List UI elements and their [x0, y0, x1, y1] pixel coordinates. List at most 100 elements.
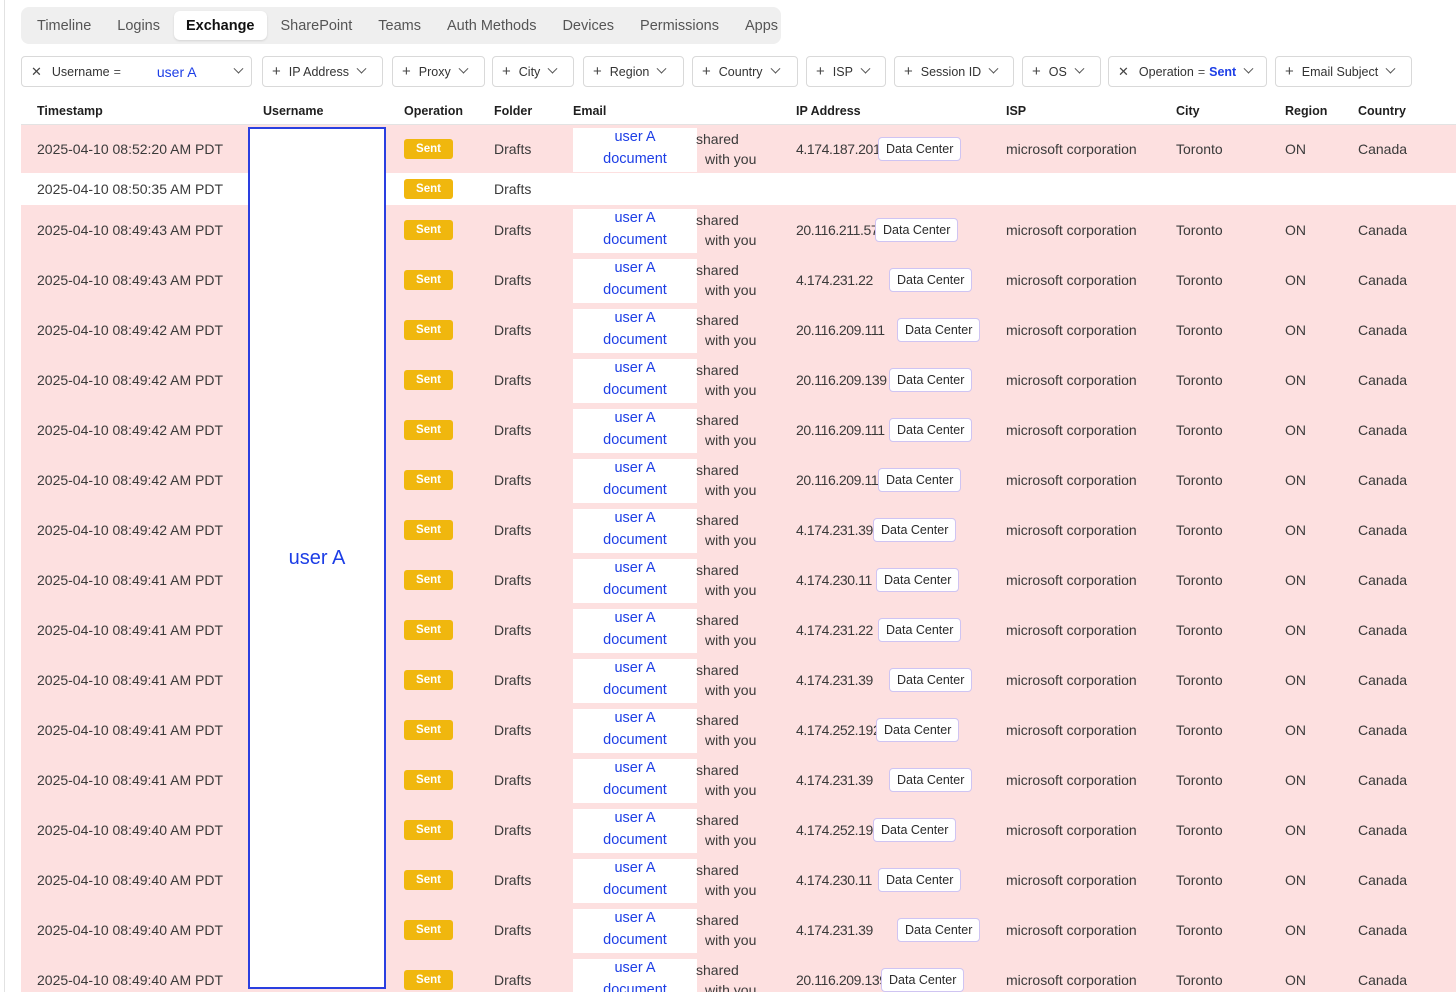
timestamp-cell: 2025-04-10 08:49:42 AM PDT [37, 522, 224, 538]
table-row[interactable]: 2025-04-10 08:49:40 AM PDT Sent Drafts user… [21, 905, 1456, 955]
table-row[interactable]: 2025-04-10 08:50:35 AM PDT Sent Drafts [21, 173, 1456, 205]
chevron-down-icon [988, 63, 999, 74]
email-suffix-shared: shared [696, 812, 739, 828]
email-subject-redaction[interactable]: user A document [573, 259, 697, 303]
email-subject-redaction[interactable]: user A document [573, 309, 697, 353]
table-row[interactable]: 2025-04-10 08:49:41 AM PDT Sent Drafts user… [21, 605, 1456, 655]
email-subject-redaction[interactable]: user A document [573, 359, 697, 403]
email-suffix-shared: shared [696, 912, 739, 928]
folder-cell: Drafts [494, 822, 532, 838]
folder-cell: Drafts [494, 872, 532, 888]
tab-sharepoint[interactable]: SharePoint [269, 11, 365, 40]
email-subject-redaction[interactable]: user A document [573, 509, 697, 553]
tab-logins[interactable]: Logins [105, 11, 172, 40]
email-subject-redaction[interactable]: user A document [573, 959, 697, 992]
city-cell: Toronto [1176, 322, 1223, 338]
email-sender-label: user A [614, 910, 656, 926]
email-suffix-shared: shared [696, 312, 739, 328]
col-ip-address[interactable]: IP Address [796, 104, 861, 118]
col-city[interactable]: City [1176, 104, 1200, 118]
filter-operation[interactable]: ✕ Operation = Sent [1108, 56, 1267, 87]
city-cell: Toronto [1176, 622, 1223, 638]
email-subject-redaction[interactable]: user A document [573, 459, 697, 503]
filter-ip-address[interactable]: + IP Address [262, 56, 383, 87]
table-row[interactable]: 2025-04-10 08:49:41 AM PDT Sent Drafts user… [21, 705, 1456, 755]
ip-address-cell: 4.174.231.39 [796, 772, 873, 788]
table-row[interactable]: 2025-04-10 08:49:42 AM PDT Sent Drafts user… [21, 355, 1456, 405]
proxy-badge: Data Center [873, 518, 957, 542]
table-row[interactable]: 2025-04-10 08:49:42 AM PDT Sent Drafts user… [21, 305, 1456, 355]
filter-country[interactable]: + Country [692, 56, 798, 87]
filter-os[interactable]: + OS [1022, 56, 1101, 87]
filter-session-id[interactable]: + Session ID [894, 56, 1014, 87]
tab-teams[interactable]: Teams [366, 11, 433, 40]
isp-cell: microsoft corporation [1006, 472, 1137, 488]
operation-badge: Sent [404, 920, 453, 940]
filter-username[interactable]: ✕ Username = user A [21, 56, 252, 87]
table-row[interactable]: 2025-04-10 08:49:43 AM PDT Sent Drafts user… [21, 205, 1456, 255]
col-isp[interactable]: ISP [1006, 104, 1026, 118]
isp-cell: microsoft corporation [1006, 422, 1137, 438]
table-row[interactable]: 2025-04-10 08:52:20 AM PDT Sent Drafts user… [21, 125, 1456, 173]
isp-cell: microsoft corporation [1006, 822, 1137, 838]
col-username[interactable]: Username [263, 104, 323, 118]
col-email[interactable]: Email [573, 104, 606, 118]
col-operation[interactable]: Operation [404, 104, 463, 118]
email-subject-redaction[interactable]: user A document [573, 809, 697, 853]
table-row[interactable]: 2025-04-10 08:49:40 AM PDT Sent Drafts user… [21, 805, 1456, 855]
table-row[interactable]: 2025-04-10 08:49:43 AM PDT Sent Drafts user… [21, 255, 1456, 305]
table-row[interactable]: 2025-04-10 08:49:42 AM PDT Sent Drafts user… [21, 405, 1456, 455]
email-subject-redaction[interactable]: user A document [573, 859, 697, 903]
city-cell: Toronto [1176, 672, 1223, 688]
col-region[interactable]: Region [1285, 104, 1327, 118]
col-folder[interactable]: Folder [494, 104, 532, 118]
email-subject-redaction[interactable]: user A document [573, 609, 697, 653]
region-cell: ON [1285, 322, 1306, 338]
tab-auth-methods[interactable]: Auth Methods [435, 11, 548, 40]
filter-city[interactable]: + City [492, 56, 574, 87]
email-suffix-with-you: with you [705, 232, 757, 248]
col-country[interactable]: Country [1358, 104, 1406, 118]
proxy-badge: Data Center [875, 218, 959, 242]
table-row[interactable]: 2025-04-10 08:49:42 AM PDT Sent Drafts user… [21, 505, 1456, 555]
table-row[interactable]: 2025-04-10 08:49:41 AM PDT Sent Drafts user… [21, 655, 1456, 705]
folder-cell: Drafts [494, 272, 532, 288]
table-row[interactable]: 2025-04-10 08:49:41 AM PDT Sent Drafts user… [21, 555, 1456, 605]
email-document-label: document [603, 732, 667, 748]
email-subject-redaction[interactable]: user A document [573, 759, 697, 803]
filter-isp[interactable]: + ISP [806, 56, 886, 87]
email-subject-redaction[interactable]: user A document [573, 128, 697, 172]
close-icon[interactable]: ✕ [1118, 64, 1129, 80]
email-subject-redaction[interactable]: user A document [573, 409, 697, 453]
table-row[interactable]: 2025-04-10 08:49:40 AM PDT Sent Drafts user… [21, 955, 1456, 992]
country-cell: Canada [1358, 922, 1408, 938]
table-row[interactable]: 2025-04-10 08:49:41 AM PDT Sent Drafts user… [21, 755, 1456, 805]
email-document-label: document [603, 232, 667, 248]
proxy-badge: Data Center [897, 918, 981, 942]
filter-proxy[interactable]: + Proxy [392, 56, 485, 87]
email-document-label: document [603, 282, 667, 298]
tab-exchange[interactable]: Exchange [174, 11, 267, 40]
email-subject-redaction[interactable]: user A document [573, 209, 697, 253]
tab-permissions[interactable]: Permissions [628, 11, 731, 40]
email-suffix-shared: shared [696, 131, 739, 147]
email-document-label: document [603, 151, 667, 167]
email-subject-redaction[interactable]: user A document [573, 709, 697, 753]
isp-cell: microsoft corporation [1006, 922, 1137, 938]
operation-badge: Sent [404, 570, 453, 590]
email-subject-redaction[interactable]: user A document [573, 659, 697, 703]
tab-timeline[interactable]: Timeline [25, 11, 103, 40]
email-subject-redaction[interactable]: user A document [573, 559, 697, 603]
tab-apps[interactable]: Apps [733, 11, 790, 40]
filter-email-subject[interactable]: + Email Subject [1275, 56, 1412, 87]
filter-region[interactable]: + Region [583, 56, 684, 87]
close-icon[interactable]: ✕ [31, 64, 42, 80]
ip-address-cell: 4.174.231.39 [796, 522, 873, 538]
table-row[interactable]: 2025-04-10 08:49:42 AM PDT Sent Drafts user… [21, 455, 1456, 505]
tab-devices[interactable]: Devices [550, 11, 626, 40]
operation-badge: Sent [404, 179, 453, 199]
col-timestamp[interactable]: Timestamp [37, 104, 103, 118]
email-subject-redaction[interactable]: user A document [573, 909, 697, 953]
email-document-label: document [603, 882, 667, 898]
table-row[interactable]: 2025-04-10 08:49:40 AM PDT Sent Drafts user… [21, 855, 1456, 905]
